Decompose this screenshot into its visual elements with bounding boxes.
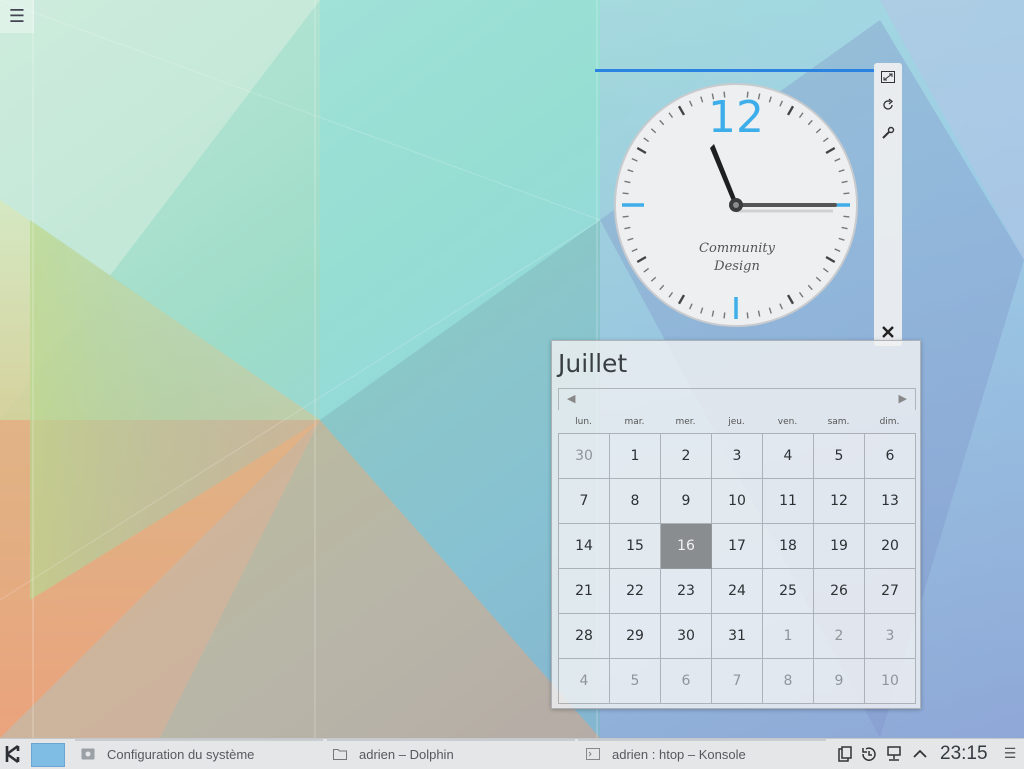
calendar-day[interactable]: 4 xyxy=(763,434,814,479)
calendar-weekday-header: lun. mar. mer. jeu. ven. sam. dim. xyxy=(558,417,915,427)
taskbar: Configuration du système adrien – Dolphi… xyxy=(0,738,1024,769)
calendar-day[interactable]: 23 xyxy=(661,569,712,614)
calendar-day[interactable]: 3 xyxy=(865,614,916,659)
weekday-label: ven. xyxy=(777,417,798,427)
calendar-day[interactable]: 8 xyxy=(610,479,661,524)
wrench-icon[interactable] xyxy=(874,122,902,144)
calendar-day[interactable]: 25 xyxy=(763,569,814,614)
calendar-day[interactable]: 17 xyxy=(712,524,763,569)
calendar-day[interactable]: 10 xyxy=(865,659,916,704)
calendar-day[interactable]: 31 xyxy=(712,614,763,659)
calendar-day[interactable]: 26 xyxy=(814,569,865,614)
settings-icon xyxy=(81,747,95,761)
calendar-day[interactable]: 9 xyxy=(661,479,712,524)
task-label: Configuration du système xyxy=(107,746,255,762)
weekday-label: mar. xyxy=(624,417,645,427)
clock-tick xyxy=(622,215,629,218)
clipboard-icon[interactable] xyxy=(835,745,855,763)
calendar-day[interactable]: 13 xyxy=(865,479,916,524)
calendar-day[interactable]: 10 xyxy=(712,479,763,524)
rotate-icon[interactable] xyxy=(874,94,902,116)
expand-icon[interactable] xyxy=(910,745,930,763)
calendar-day[interactable]: 16 xyxy=(661,524,712,569)
calendar-day[interactable]: 27 xyxy=(865,569,916,614)
calendar-day[interactable]: 14 xyxy=(559,524,610,569)
kde-logo-icon xyxy=(5,744,20,764)
calendar-grid: 30 1 2 3 4 5 6 7 8 9 10 11 12 13 14 15 16 17 18 19 20 21 22 23 2… xyxy=(558,433,916,704)
previous-month-icon[interactable]: ◀ xyxy=(567,392,575,405)
next-month-icon[interactable]: ▶ xyxy=(899,392,907,405)
calendar-day[interactable]: 18 xyxy=(763,524,814,569)
desktop-menu-button[interactable]: ☰ xyxy=(0,0,34,33)
calendar-day[interactable]: 28 xyxy=(559,614,610,659)
terminal-icon xyxy=(586,747,600,761)
task-dolphin[interactable]: adrien – Dolphin xyxy=(327,739,575,769)
calendar-day[interactable]: 1 xyxy=(763,614,814,659)
panel-menu-icon[interactable]: ☰ xyxy=(1001,745,1019,763)
calendar-popup: Juillet ◀ ▶ lun. mar. mer. jeu. ven. sam. dim.… xyxy=(551,340,921,709)
calendar-day[interactable]: 20 xyxy=(865,524,916,569)
calendar-day[interactable]: 3 xyxy=(712,434,763,479)
weekday-label: mer. xyxy=(675,417,696,427)
clock-tick xyxy=(746,312,749,319)
task-label: adrien : htop – Konsole xyxy=(612,746,746,762)
calendar-day[interactable]: 1 xyxy=(610,434,661,479)
weekday-label: jeu. xyxy=(728,417,745,427)
calendar-day[interactable]: 24 xyxy=(712,569,763,614)
task-label: adrien – Dolphin xyxy=(359,746,454,762)
calendar-month-title: Juillet xyxy=(558,349,628,378)
weekday-label: lun. xyxy=(575,417,592,427)
analog-clock[interactable]: 12 Community Design xyxy=(613,82,859,328)
calendar-day[interactable]: 12 xyxy=(814,479,865,524)
network-icon[interactable] xyxy=(884,745,904,763)
calendar-day[interactable]: 7 xyxy=(712,659,763,704)
resize-icon[interactable] xyxy=(874,66,902,88)
calendar-navigation: ◀ ▶ xyxy=(558,388,916,410)
applet-selection-bar xyxy=(595,69,876,72)
calendar-day[interactable]: 29 xyxy=(610,614,661,659)
calendar-day[interactable]: 19 xyxy=(814,524,865,569)
clock-tick xyxy=(723,312,726,319)
calendar-day[interactable]: 30 xyxy=(559,434,610,479)
clock-tick xyxy=(843,192,850,195)
task-konsole[interactable]: adrien : htop – Konsole xyxy=(578,739,826,769)
hamburger-icon: ☰ xyxy=(8,6,26,27)
calendar-day[interactable]: 5 xyxy=(610,659,661,704)
calendar-day[interactable]: 5 xyxy=(814,434,865,479)
calendar-day[interactable]: 8 xyxy=(763,659,814,704)
clock-numeral-12: 12 xyxy=(708,92,764,143)
virtual-desktop-pager[interactable] xyxy=(31,743,65,767)
clock-brand-line1: Community xyxy=(699,241,776,256)
calendar-day[interactable]: 4 xyxy=(559,659,610,704)
weekday-label: sam. xyxy=(827,417,850,427)
calendar-day[interactable]: 6 xyxy=(865,434,916,479)
calendar-day[interactable]: 9 xyxy=(814,659,865,704)
weekday-label: dim. xyxy=(879,417,900,427)
clock-brand-line2: Design xyxy=(713,259,760,274)
application-launcher[interactable] xyxy=(3,743,25,765)
applet-handle[interactable] xyxy=(874,63,902,346)
calendar-day[interactable]: 7 xyxy=(559,479,610,524)
calendar-day[interactable]: 2 xyxy=(814,614,865,659)
folder-icon xyxy=(333,747,347,761)
calendar-day[interactable]: 6 xyxy=(661,659,712,704)
clock-tick xyxy=(843,215,850,218)
calendar-day[interactable]: 30 xyxy=(661,614,712,659)
clock-tick xyxy=(622,192,629,195)
calendar-day[interactable]: 22 xyxy=(610,569,661,614)
taskbar-clock[interactable]: 23:15 xyxy=(940,743,988,765)
updates-icon[interactable] xyxy=(859,745,879,763)
calendar-day[interactable]: 11 xyxy=(763,479,814,524)
calendar-day[interactable]: 21 xyxy=(559,569,610,614)
task-system-settings[interactable]: Configuration du système xyxy=(75,739,323,769)
calendar-day[interactable]: 2 xyxy=(661,434,712,479)
calendar-day[interactable]: 15 xyxy=(610,524,661,569)
